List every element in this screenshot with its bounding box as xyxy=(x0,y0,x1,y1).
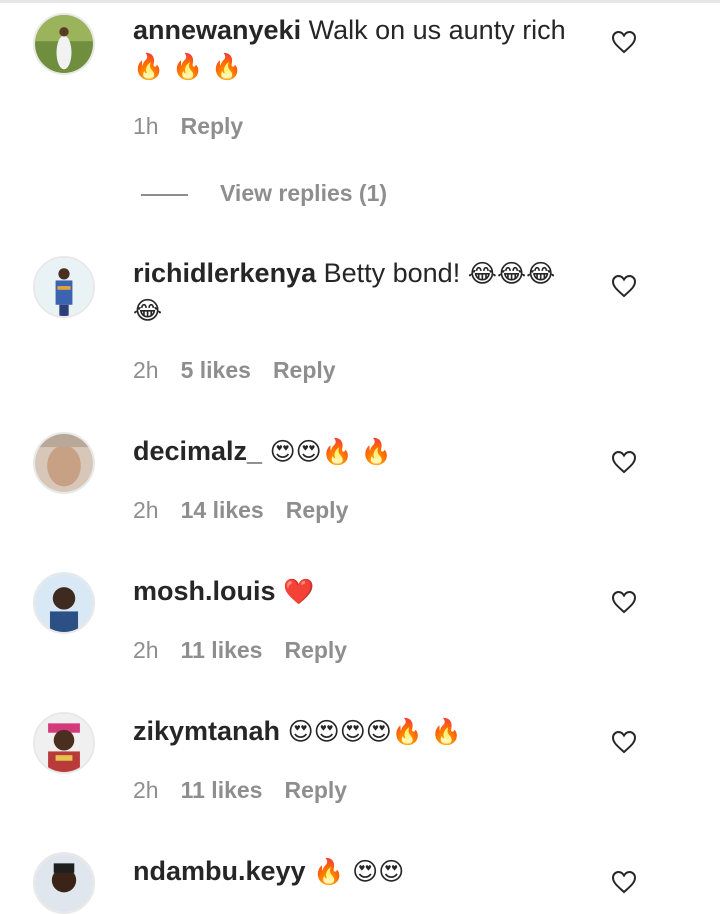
comment-emoji: 🔥 🔥 🔥 xyxy=(133,52,243,81)
view-replies-label: View replies (1) xyxy=(220,180,388,206)
avatar[interactable] xyxy=(33,852,95,914)
comment-username[interactable]: richidlerkenya xyxy=(133,258,316,288)
view-replies-line xyxy=(141,193,188,196)
comment-meta: 2h 5 likes Reply xyxy=(133,355,358,385)
comment-text: decimalz_ 😍😍🔥 🔥 xyxy=(133,433,583,470)
comment-emoji: ❤️ xyxy=(283,577,315,606)
reply-button[interactable]: Reply xyxy=(284,777,347,803)
like-heart-icon[interactable] xyxy=(611,870,637,894)
comment-text: annewanyeki Walk on us aunty rich 🔥 🔥 🔥 xyxy=(133,12,583,85)
like-heart-icon[interactable] xyxy=(611,590,637,614)
avatar[interactable] xyxy=(33,256,95,318)
like-heart-icon[interactable] xyxy=(611,730,637,754)
comment-time: 2h xyxy=(133,637,159,663)
comment-meta: 2h 11 likes Reply xyxy=(133,775,369,805)
like-count[interactable]: 5 likes xyxy=(181,357,251,383)
comment-text: richidlerkenya Betty bond! 😂😂😂 😂 xyxy=(133,255,583,329)
comment-time: 1h xyxy=(133,113,159,139)
comment-time: 2h xyxy=(133,777,159,803)
reply-button[interactable]: Reply xyxy=(284,637,347,663)
top-divider xyxy=(0,0,720,3)
comment-username[interactable]: annewanyeki xyxy=(133,15,301,45)
comment-emoji: 🔥 😍😍 xyxy=(313,857,405,886)
view-replies-button[interactable]: View replies (1) xyxy=(141,178,387,208)
reply-button[interactable]: Reply xyxy=(273,357,336,383)
like-heart-icon[interactable] xyxy=(611,274,637,298)
avatar[interactable] xyxy=(33,13,95,75)
comment-time: 2h xyxy=(133,357,159,383)
comment-username[interactable]: zikymtanah xyxy=(133,716,280,746)
comment-username[interactable]: decimalz_ xyxy=(133,436,262,466)
comment-username[interactable]: mosh.louis xyxy=(133,576,276,606)
like-count[interactable]: 14 likes xyxy=(181,497,264,523)
comment-text: zikymtanah 😍😍😍😍🔥 🔥 xyxy=(133,713,583,750)
like-heart-icon[interactable] xyxy=(611,30,637,54)
comment-emoji: 😍😍🔥 🔥 xyxy=(269,437,392,466)
comment-emoji: 😍😍😍😍🔥 🔥 xyxy=(287,717,463,746)
comment-meta: 2h 14 likes Reply xyxy=(133,495,370,525)
reply-button[interactable]: Reply xyxy=(286,497,349,523)
comment-meta: 2h 11 likes Reply xyxy=(133,635,369,665)
like-heart-icon[interactable] xyxy=(611,450,637,474)
comment-body: Walk on us aunty rich xyxy=(308,15,566,45)
like-count[interactable]: 11 likes xyxy=(181,637,263,663)
avatar[interactable] xyxy=(33,432,95,494)
comment-username[interactable]: ndambu.keyy xyxy=(133,856,306,886)
avatar[interactable] xyxy=(33,712,95,774)
comment-text: mosh.louis ❤️ xyxy=(133,573,583,610)
like-count[interactable]: 11 likes xyxy=(181,777,263,803)
reply-button[interactable]: Reply xyxy=(181,113,244,139)
comment-body: Betty bond! xyxy=(323,258,461,288)
comment-time: 2h xyxy=(133,497,159,523)
avatar[interactable] xyxy=(33,572,95,634)
comment-meta: 1h Reply xyxy=(133,111,265,141)
comment-text: ndambu.keyy 🔥 😍😍 xyxy=(133,853,583,890)
